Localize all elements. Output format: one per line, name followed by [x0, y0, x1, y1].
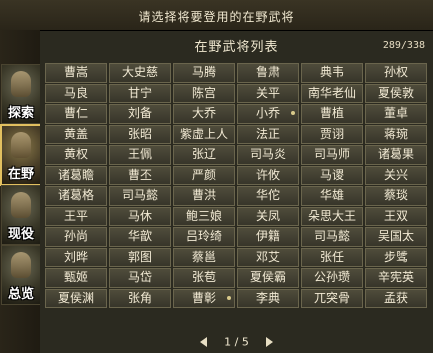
general-cell[interactable]: 曹仁: [45, 104, 107, 124]
general-cell[interactable]: 董卓: [365, 104, 427, 124]
general-cell[interactable]: 邓艾: [237, 247, 299, 267]
general-cell[interactable]: 马谡: [301, 165, 363, 185]
general-cell[interactable]: 华歆: [109, 227, 171, 247]
general-list-panel: 在野武将列表 289/338 曹嵩 大史慈 马腾 鲁肃 典韦 孙权马良 甘宁 陈宫 关平 南华老仙…: [40, 31, 433, 353]
tab-overview[interactable]: 总览: [1, 245, 41, 305]
general-count: 289/338: [382, 40, 425, 51]
tab-explore-label: 探索: [7, 106, 34, 121]
general-cell[interactable]: 司马懿: [109, 186, 171, 206]
general-cell[interactable]: 郭图: [109, 247, 171, 267]
general-cell[interactable]: 鲁肃: [237, 63, 299, 83]
general-cell[interactable]: 张角: [109, 288, 171, 308]
general-cell[interactable]: 甘宁: [109, 83, 171, 103]
general-portrait-icon: [11, 252, 31, 278]
tab-overview-label: 总览: [7, 287, 34, 302]
tab-unaffiliated-label: 在野: [7, 167, 34, 182]
general-cell[interactable]: 伊籍: [237, 227, 299, 247]
tab-active-duty[interactable]: 现役: [1, 185, 41, 245]
sidebar: 探索 在野 现役 总览: [0, 30, 42, 353]
general-cell[interactable]: 贾诩: [301, 124, 363, 144]
general-cell[interactable]: 曹彰: [173, 288, 235, 308]
general-cell[interactable]: 夏侯渊: [45, 288, 107, 308]
general-cell[interactable]: 张昭: [109, 124, 171, 144]
general-cell[interactable]: 曹植: [301, 104, 363, 124]
general-cell[interactable]: 马岱: [109, 268, 171, 288]
general-cell[interactable]: 张辽: [173, 145, 235, 165]
general-cell[interactable]: 张苞: [173, 268, 235, 288]
panel-title: 在野武将列表: [194, 40, 279, 55]
general-cell[interactable]: 刘晔: [45, 247, 107, 267]
general-cell[interactable]: 典韦: [301, 63, 363, 83]
general-cell[interactable]: 鲍三娘: [173, 206, 235, 226]
general-cell[interactable]: 关凤: [237, 206, 299, 226]
general-cell[interactable]: 曹洪: [173, 186, 235, 206]
general-cell[interactable]: 曹丕: [109, 165, 171, 185]
tab-unaffiliated[interactable]: 在野: [0, 124, 42, 186]
general-cell[interactable]: 蔡邕: [173, 247, 235, 267]
general-cell[interactable]: 马腾: [173, 63, 235, 83]
general-cell[interactable]: 关兴: [365, 165, 427, 185]
general-cell[interactable]: 张任: [301, 247, 363, 267]
general-cell[interactable]: 吴国太: [365, 227, 427, 247]
general-cell[interactable]: 刘备: [109, 104, 171, 124]
general-cell[interactable]: 司马师: [301, 145, 363, 165]
general-cell[interactable]: 法正: [237, 124, 299, 144]
general-cell[interactable]: 司马炎: [237, 145, 299, 165]
general-cell[interactable]: 大史慈: [109, 63, 171, 83]
general-cell[interactable]: 诸葛果: [365, 145, 427, 165]
general-cell[interactable]: 曹嵩: [45, 63, 107, 83]
general-cell[interactable]: 兀突骨: [301, 288, 363, 308]
general-portrait-icon: [11, 71, 31, 97]
prev-page-arrow-icon[interactable]: [199, 337, 207, 347]
general-cell[interactable]: 王双: [365, 206, 427, 226]
general-portrait-icon: [11, 132, 31, 158]
general-cell[interactable]: 司马懿: [301, 227, 363, 247]
general-cell[interactable]: 李典: [237, 288, 299, 308]
top-bar: 请选择将要登用的在野武将: [0, 0, 433, 31]
general-cell[interactable]: 黄权: [45, 145, 107, 165]
general-cell[interactable]: 诸葛瞻: [45, 165, 107, 185]
general-cell[interactable]: 公孙瓒: [301, 268, 363, 288]
general-cell[interactable]: 大乔: [173, 104, 235, 124]
general-cell[interactable]: 华佗: [237, 186, 299, 206]
general-cell[interactable]: 诸葛格: [45, 186, 107, 206]
general-grid: 曹嵩 大史慈 马腾 鲁肃 典韦 孙权马良 甘宁 陈宫 关平 南华老仙 夏侯敦曹仁 刘备 大乔 小乔 曹植 董卓…: [45, 63, 427, 308]
tab-active-duty-label: 现役: [7, 227, 34, 242]
general-cell[interactable]: 马休: [109, 206, 171, 226]
general-cell[interactable]: 紫虚上人: [173, 124, 235, 144]
general-cell[interactable]: 许攸: [237, 165, 299, 185]
general-cell[interactable]: 夏侯霸: [237, 268, 299, 288]
general-cell[interactable]: 黄盖: [45, 124, 107, 144]
general-cell[interactable]: 华雄: [301, 186, 363, 206]
general-cell[interactable]: 小乔: [237, 104, 299, 124]
general-cell[interactable]: 王平: [45, 206, 107, 226]
general-cell[interactable]: 辛宪英: [365, 268, 427, 288]
general-cell[interactable]: 严颜: [173, 165, 235, 185]
general-cell[interactable]: 王佩: [109, 145, 171, 165]
general-cell[interactable]: 吕玲绮: [173, 227, 235, 247]
tab-explore[interactable]: 探索: [1, 64, 41, 124]
general-cell[interactable]: 孟获: [365, 288, 427, 308]
general-cell[interactable]: 步骘: [365, 247, 427, 267]
general-cell[interactable]: 马良: [45, 83, 107, 103]
pager: 1 / 5: [40, 335, 433, 353]
general-cell[interactable]: 孙权: [365, 63, 427, 83]
general-portrait-icon: [11, 192, 31, 218]
general-cell[interactable]: 南华老仙: [301, 83, 363, 103]
page-indicator: 1 / 5: [224, 335, 249, 349]
general-cell[interactable]: 蒋琬: [365, 124, 427, 144]
instruction-text: 请选择将要登用的在野武将: [138, 10, 295, 24]
general-cell[interactable]: 孙尚: [45, 227, 107, 247]
general-cell[interactable]: 朵思大王: [301, 206, 363, 226]
general-cell[interactable]: 陈宫: [173, 83, 235, 103]
next-page-arrow-icon[interactable]: [266, 337, 274, 347]
general-cell[interactable]: 蔡琰: [365, 186, 427, 206]
general-cell[interactable]: 甄姬: [45, 268, 107, 288]
general-cell[interactable]: 夏侯敦: [365, 83, 427, 103]
general-cell[interactable]: 关平: [237, 83, 299, 103]
